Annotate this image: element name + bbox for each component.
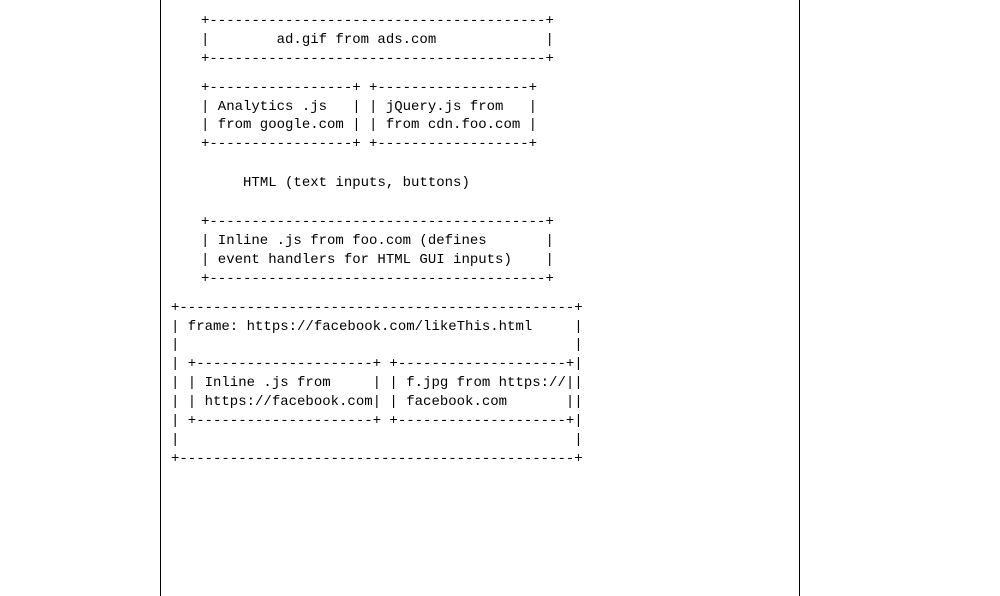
frame-fb-top: +---------------------------------------… [171,300,583,316]
inline-foo-line2: | event handlers for HTML GUI inputs) | [201,252,554,268]
scripts-row-line2: | from google.com | | from cdn.foo.com | [201,117,537,133]
frame-fb-rowbot: | +---------------------+ +-------------… [171,413,583,429]
html-label: HTML (text inputs, buttons) [243,175,470,191]
ad-box-bottom: +---------------------------------------… [201,51,554,67]
ad-box: +---------------------------------------… [201,12,799,69]
ad-box-content: | ad.gif from ads.com | [201,32,554,48]
scripts-row-line1: | Analytics .js | | jQuery.js from | [201,99,537,115]
inline-foo-top: +---------------------------------------… [201,214,554,230]
scripts-row: +-----------------+ +------------------+… [201,79,799,155]
outer-diagram-frame: +---------------------------------------… [160,0,800,596]
frame-facebook: +---------------------------------------… [171,299,799,469]
page: +---------------------------------------… [0,0,1000,596]
frame-fb-blank1: | | [171,337,583,353]
frame-fb-row1: | | Inline .js from | | f.jpg from https… [171,375,583,391]
scripts-row-top: +-----------------+ +------------------+ [201,80,537,96]
html-label-row: HTML (text inputs, buttons) [201,174,799,193]
frame-fb-blank2: | | [171,432,583,448]
frame-fb-rowtop: | +---------------------+ +-------------… [171,356,583,372]
frame-fb-row2: | | https://facebook.com| | facebook.com… [171,394,583,410]
scripts-row-bottom: +-----------------+ +------------------+ [201,136,537,152]
inline-foo-line1: | Inline .js from foo.com (defines | [201,233,554,249]
inline-foo-box: +---------------------------------------… [201,213,799,289]
frame-fb-title: | frame: https://facebook.com/likeThis.h… [171,319,583,335]
frame-fb-bottom: +---------------------------------------… [171,451,583,467]
ad-box-top: +---------------------------------------… [201,13,554,29]
inline-foo-bottom: +---------------------------------------… [201,271,554,287]
